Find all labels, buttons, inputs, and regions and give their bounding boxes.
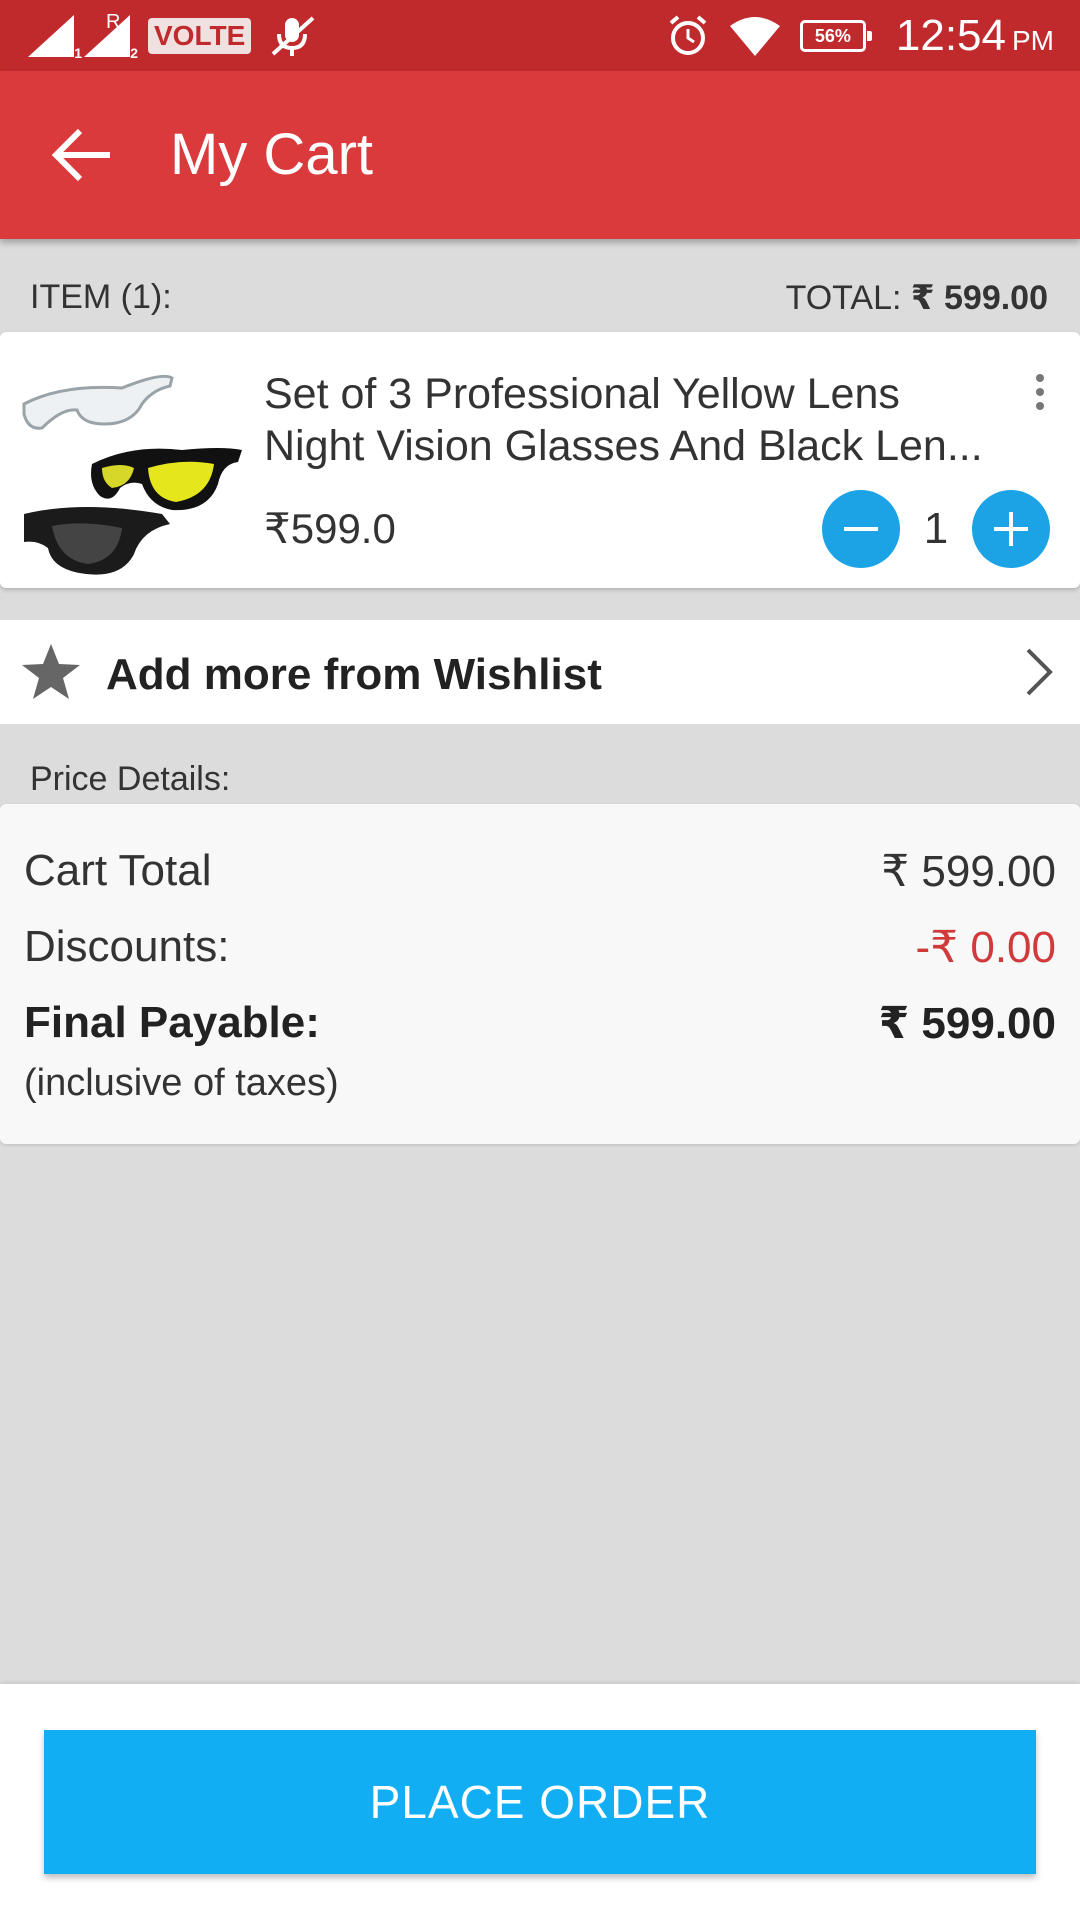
sim2-index: 2 [130, 45, 138, 61]
price-details-heading: Price Details: [30, 760, 231, 798]
cart-total-row: Cart Total ₹ 599.00 [24, 846, 1056, 902]
cart-item-card[interactable]: Set of 3 Professional Yellow Lens Night … [0, 332, 1080, 588]
price-details-card: Cart Total ₹ 599.00 Discounts: -₹ 0.00 F… [0, 804, 1080, 1144]
clock-time: 12:54 [895, 11, 1006, 60]
discounts-label: Discounts: [24, 922, 230, 971]
product-name[interactable]: Set of 3 Professional Yellow Lens Night … [264, 368, 1024, 472]
product-image[interactable] [22, 364, 248, 580]
discounts-row: Discounts: -₹ 0.00 [24, 922, 1056, 978]
app-toolbar: My Cart [0, 71, 1080, 239]
star-icon [22, 644, 80, 699]
alarm-icon [669, 15, 707, 55]
signal-sim1-icon: 1 [28, 15, 82, 61]
clock-ampm: PM [1012, 25, 1054, 56]
final-payable-value: ₹ 599.00 [878, 999, 1056, 1048]
signal-sim2-icon: R 2 [84, 11, 138, 61]
chevron-right-icon [1026, 648, 1053, 696]
sim1-index: 1 [74, 45, 82, 61]
clock: 12:54 PM [896, 11, 1054, 61]
battery-icon: 56% [799, 20, 872, 52]
bottom-action-bar: PLACE ORDER [0, 1684, 1080, 1920]
cart-total-label: Cart Total [24, 846, 212, 895]
status-left: 1 R 2 VOLTE [28, 11, 319, 61]
final-payable-label: Final Payable: [24, 998, 320, 1047]
more-vert-icon[interactable] [1030, 374, 1050, 416]
inclusive-taxes-note: (inclusive of taxes) [24, 1062, 339, 1104]
roaming-indicator: R [106, 11, 121, 33]
volte-icon: VOLTE [148, 18, 252, 54]
cart-total-value: ₹ 599.00 [881, 847, 1056, 896]
quantity-value: 1 [923, 504, 949, 553]
place-order-button[interactable]: PLACE ORDER [44, 1730, 1036, 1874]
page-title: My Cart [170, 122, 373, 187]
decrease-quantity-button[interactable] [822, 490, 900, 568]
status-bar: 1 R 2 VOLTE 56% 12:54 PM [0, 0, 1080, 71]
cart-summary: ITEM (1): TOTAL: ₹ 599.00 [0, 262, 1080, 328]
add-from-wishlist-row[interactable]: Add more from Wishlist [0, 620, 1080, 724]
mic-muted-icon [271, 16, 315, 56]
back-arrow-icon[interactable] [50, 123, 114, 187]
increase-quantity-button[interactable] [972, 490, 1050, 568]
total-label: TOTAL: [785, 279, 911, 317]
product-name-line2: Night Vision Glasses And Black Len... [264, 422, 983, 470]
product-name-line1: Set of 3 Professional Yellow Lens [264, 370, 900, 418]
wifi-icon [729, 17, 780, 56]
wishlist-label: Add more from Wishlist [106, 650, 602, 699]
cart-total-summary: TOTAL: ₹ 599.00 [786, 278, 1048, 318]
item-count: ITEM (1): [30, 278, 172, 316]
final-payable-row: Final Payable: ₹ 599.00 [24, 998, 1056, 1054]
product-price: ₹599.0 [264, 505, 396, 552]
status-right: 56% 12:54 PM [666, 8, 1054, 64]
total-value: ₹ 599.00 [910, 279, 1048, 317]
discounts-value: -₹ 0.00 [915, 923, 1056, 972]
